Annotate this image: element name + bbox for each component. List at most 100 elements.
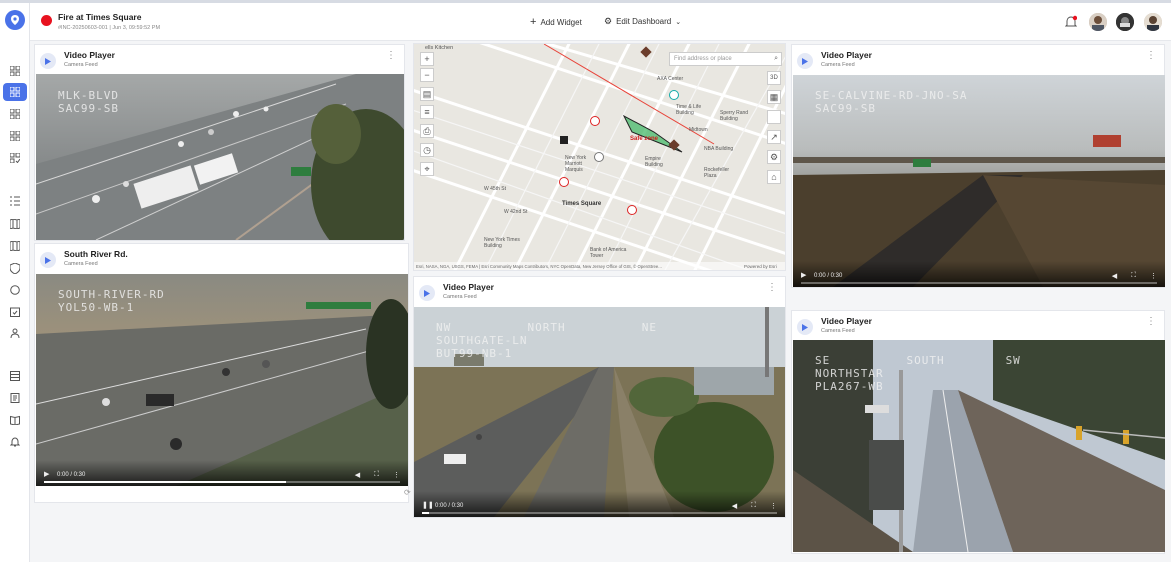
camera-feed-3[interactable]: NW NORTH NE SOUTHGATE-LN BUT99-NB-1 ❚❚ 0… xyxy=(414,307,785,517)
map-label-times-square: Times Square xyxy=(562,201,602,207)
map-search-placeholder: Find address or place xyxy=(674,56,732,62)
contact-icon[interactable] xyxy=(7,325,23,341)
active-dashboard-icon[interactable] xyxy=(3,83,27,101)
volume-icon[interactable]: ◀ xyxy=(732,502,737,510)
map-label-rockefeller: Rockefeller Plaza xyxy=(704,167,730,179)
more-icon[interactable]: ⋮ xyxy=(770,502,777,510)
progress-bar[interactable] xyxy=(801,282,1157,284)
camera-feed-1[interactable]: MLK-BLVD SAC99-SB xyxy=(36,74,404,240)
edit-dashboard-button[interactable]: ⚙ Edit Dashboard ⌄ xyxy=(604,16,681,27)
fullscreen-icon[interactable]: ⛶ xyxy=(751,502,756,510)
video-panel-5: Video Player Camera Feed ⋮ SE SOUTH SW N… xyxy=(791,310,1165,554)
map-panel[interactable]: ells Kitchen Times Square Midtown New Yo… xyxy=(413,43,786,271)
layout-icon[interactable] xyxy=(7,128,23,144)
safe-zone-label: Safe zone xyxy=(630,136,659,142)
volume-icon[interactable]: ◀ xyxy=(1112,272,1117,280)
panel-title: South River Rd. xyxy=(64,249,128,259)
layers-map-icon[interactable] xyxy=(7,238,23,254)
table-icon[interactable] xyxy=(7,368,23,384)
volume-icon[interactable]: ◀ xyxy=(355,471,360,479)
incident-pin[interactable] xyxy=(590,116,600,126)
play-icon[interactable] xyxy=(797,319,813,335)
more-icon[interactable]: ⋮ xyxy=(393,471,400,479)
map-label-street-2: W 42nd St xyxy=(504,209,528,215)
book-icon[interactable] xyxy=(7,412,23,428)
zoom-in-icon[interactable]: + xyxy=(420,52,434,66)
map-share-icon[interactable]: ↗ xyxy=(767,130,781,144)
map-label-sperry: Sperry Rand Building xyxy=(720,110,749,122)
play-icon[interactable] xyxy=(40,252,56,268)
map-tool-table-icon[interactable]: ▤ xyxy=(420,87,434,101)
more-options-icon[interactable]: ⋮ xyxy=(386,51,396,61)
camera-feed-4[interactable]: SE-CALVINE-RD-JNO-SA SAC99-SB ▶ 0:00 / 0… xyxy=(793,75,1165,287)
print-icon[interactable]: ⎙ xyxy=(420,124,434,138)
map-home-icon[interactable]: ⌂ xyxy=(767,170,781,184)
location-pin[interactable] xyxy=(669,90,679,100)
panel-subtitle: Camera Feed xyxy=(64,62,98,68)
measure-icon[interactable]: ◷ xyxy=(420,143,434,157)
progress-bar[interactable] xyxy=(422,512,777,514)
notification-alert-icon[interactable] xyxy=(1064,15,1078,34)
incident-status-dot xyxy=(41,15,52,26)
locate-icon[interactable]: ⌖ xyxy=(420,162,434,176)
map-settings-icon[interactable]: ⚙ xyxy=(767,150,781,164)
more-options-icon[interactable]: ⋮ xyxy=(1146,51,1156,61)
panel-header: Video Player Camera Feed ⋮ xyxy=(792,45,1164,75)
more-options-icon[interactable]: ⋮ xyxy=(1146,317,1156,327)
fullscreen-icon[interactable]: ⛶ xyxy=(1131,272,1136,280)
chat-icon[interactable] xyxy=(7,282,23,298)
camera-feed-5[interactable]: SE SOUTH SW NORTHSTAR PLA267-WB xyxy=(793,340,1165,552)
incident-title: Fire at Times Square xyxy=(58,12,142,22)
map-icon[interactable] xyxy=(7,216,23,232)
play-icon[interactable] xyxy=(419,285,435,301)
map-attribution: Esri, NASA, NGA, USGS, FEMA | Esri Commu… xyxy=(416,264,662,269)
fullscreen-icon[interactable]: ⛶ xyxy=(374,471,379,479)
camera-feed-2[interactable]: SOUTH-RIVER-RD YOL50-WB-1 ▶ 0:00 / 0:30 … xyxy=(36,274,408,486)
zoom-out-icon[interactable]: − xyxy=(420,68,434,82)
play-icon[interactable] xyxy=(40,53,56,69)
camera-pin[interactable] xyxy=(594,152,604,162)
more-icon[interactable]: ⋮ xyxy=(1150,272,1157,280)
panel-title: Video Player xyxy=(821,316,872,326)
user-avatar-1[interactable] xyxy=(1089,13,1107,31)
panel-title: Video Player xyxy=(64,50,115,60)
map-layers-icon[interactable] xyxy=(767,110,781,124)
user-avatar-3[interactable] xyxy=(1144,13,1162,31)
play-control-icon[interactable]: ▶ xyxy=(44,470,49,478)
calendar-check-icon[interactable] xyxy=(7,304,23,320)
map-search-input[interactable]: Find address or place ⌕ xyxy=(669,52,782,66)
list-icon[interactable] xyxy=(7,193,23,209)
user-avatar-2[interactable] xyxy=(1116,13,1134,31)
bell-icon[interactable] xyxy=(7,434,23,450)
map-label-hells-kitchen: ells Kitchen xyxy=(425,45,454,51)
search-icon[interactable]: ⌕ xyxy=(774,55,778,63)
incident-pin[interactable] xyxy=(559,177,569,187)
pause-control-icon[interactable]: ❚❚ xyxy=(422,501,434,509)
map-powered-by: Powered by Esri xyxy=(744,264,777,269)
resize-handle-icon[interactable]: ⟳ xyxy=(404,488,411,497)
incident-pin[interactable] xyxy=(627,205,637,215)
dashboard-grid-icon[interactable] xyxy=(7,63,23,79)
sidebar xyxy=(0,3,30,562)
checklist-icon[interactable] xyxy=(7,150,23,166)
chevron-down-icon: ⌄ xyxy=(675,18,682,26)
app-logo-icon[interactable] xyxy=(5,10,25,30)
grid-icon[interactable] xyxy=(7,106,23,122)
more-options-icon[interactable]: ⋮ xyxy=(767,283,777,293)
incident-meta: #INC-20250603-001 | Jun 3, 09:59:52 PM xyxy=(58,25,161,31)
document-icon[interactable] xyxy=(7,390,23,406)
map-3d-button[interactable]: 3D xyxy=(767,71,781,85)
map-basemap-icon[interactable]: ▦ xyxy=(767,90,781,104)
progress-bar[interactable] xyxy=(44,481,400,483)
play-icon[interactable] xyxy=(797,53,813,69)
map-tool-list-icon[interactable]: ≡ xyxy=(420,105,434,119)
panel-header: Video Player Camera Feed ⋮ xyxy=(792,311,1164,341)
add-widget-label: Add Widget xyxy=(540,17,582,27)
add-widget-button[interactable]: + Add Widget xyxy=(530,16,582,28)
video-controls: ▶ 0:00 / 0:30 ◀ ⛶ ⋮ xyxy=(793,261,1165,287)
map-label-empire: Empire Building xyxy=(645,156,663,168)
building-marker-icon[interactable] xyxy=(560,136,568,144)
progress-fill xyxy=(422,512,430,514)
shield-icon[interactable] xyxy=(7,260,23,276)
play-control-icon[interactable]: ▶ xyxy=(801,271,806,279)
